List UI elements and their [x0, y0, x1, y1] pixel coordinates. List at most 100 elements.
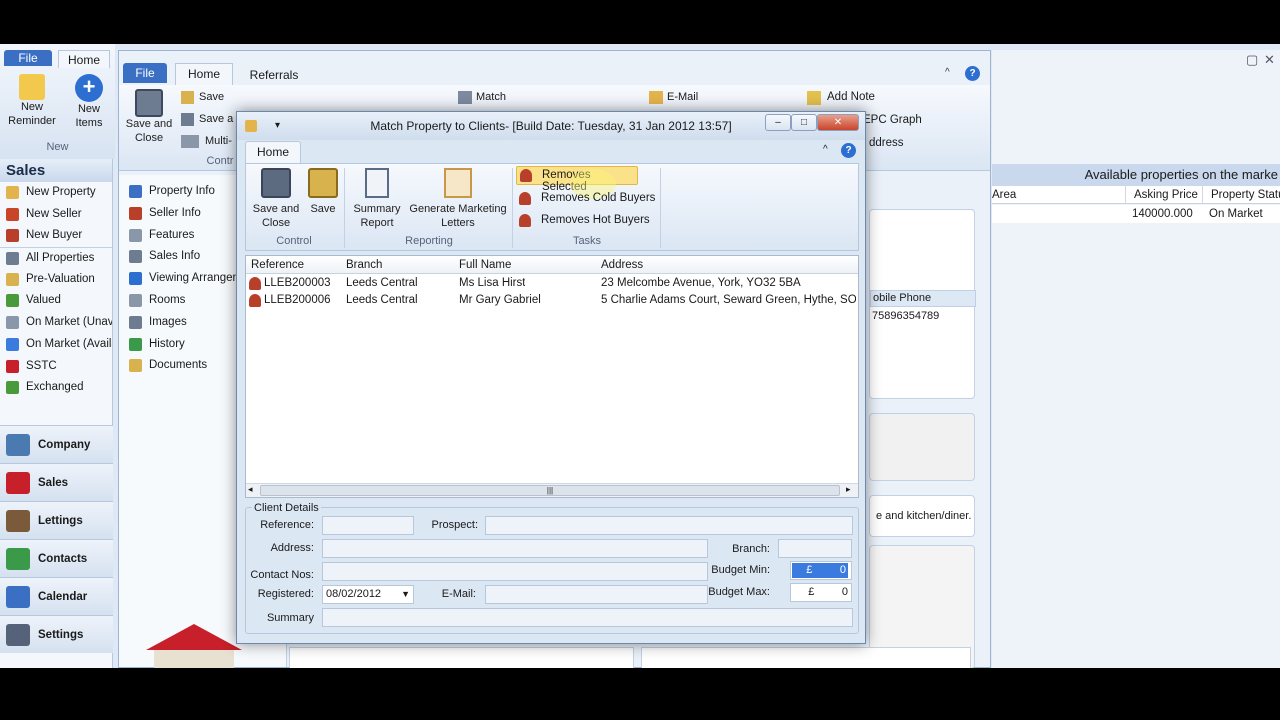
email-field[interactable] — [485, 585, 708, 604]
module-contacts[interactable]: Contacts — [0, 539, 113, 577]
prop-multi-button[interactable]: Multi- — [181, 135, 232, 148]
grid-hscrollbar[interactable]: ◂ ||| ▸ — [246, 483, 858, 497]
removes-cold-button[interactable]: Removes Cold Buyers — [518, 190, 658, 209]
table-cell: LLEB200006 — [264, 294, 331, 306]
module-label: Contacts — [38, 553, 88, 565]
sidebar-item-2[interactable]: New Buyer — [0, 225, 112, 247]
quick-access-icon[interactable]: ▾ — [275, 112, 280, 140]
prop-save-close-button[interactable]: Save and Close — [125, 89, 173, 145]
close-panel-icon[interactable]: ✕ — [1264, 52, 1275, 68]
dialog-help-icon[interactable]: ? — [841, 143, 856, 158]
scroll-thumb[interactable]: ||| — [260, 485, 840, 496]
minimize-button[interactable]: – — [765, 114, 791, 131]
outer-ribbon: File Home New Reminder + New Items New — [0, 44, 115, 159]
col-full-name[interactable]: Full Name — [459, 256, 511, 274]
dialog-save-button[interactable]: Save — [306, 168, 340, 216]
dialog-collapse-icon[interactable]: ^ — [823, 144, 828, 155]
col-property-status[interactable]: Property Status — [1202, 186, 1280, 204]
prop-match-button[interactable]: Match — [458, 91, 506, 104]
address-field[interactable] — [322, 539, 708, 558]
scroll-right-icon[interactable]: ▸ — [846, 484, 851, 495]
removes-hot-button[interactable]: Removes Hot Buyers — [518, 212, 658, 231]
new-reminder-button[interactable]: New Reminder — [6, 74, 58, 128]
module-company[interactable]: Company — [0, 425, 113, 463]
col-address[interactable]: Address — [601, 256, 643, 274]
close-button[interactable]: ✕ — [817, 114, 859, 131]
reference-field[interactable] — [322, 516, 414, 535]
col-reference[interactable]: Reference — [251, 256, 304, 274]
sidebar-item-icon — [6, 229, 19, 243]
sales-icon — [6, 472, 30, 494]
prop-email-button[interactable]: E-Mail — [649, 91, 699, 104]
sidebar-item-label: On Market (Availa — [26, 337, 112, 350]
summary-field[interactable] — [322, 608, 853, 627]
multi-icon — [181, 135, 199, 148]
help-icon[interactable]: ? — [965, 66, 980, 81]
prop-home-tab[interactable]: Home — [175, 63, 233, 85]
prop-email-label: E-Mail — [667, 91, 699, 103]
branch-field[interactable] — [778, 539, 852, 558]
bottom-panel-left — [289, 647, 634, 668]
module-lettings[interactable]: Lettings — [0, 501, 113, 539]
contact-nos-field[interactable] — [322, 562, 708, 581]
module-calendar[interactable]: Calendar — [0, 577, 113, 615]
outer-file-tab[interactable]: File — [4, 50, 52, 66]
table-cell: Leeds Central — [346, 277, 418, 289]
module-settings[interactable]: Settings — [0, 615, 113, 653]
sidebar-item-6[interactable]: On Market (Unava — [0, 312, 112, 334]
email-label: E-Mail: — [441, 588, 476, 600]
dialog-save-close-button[interactable]: Save and Close — [248, 168, 304, 230]
col-branch[interactable]: Branch — [346, 256, 382, 274]
budget-max-label: Budget Max: — [708, 586, 770, 598]
available-row[interactable]: 140000.000 On Market — [992, 205, 1280, 223]
sidebar-item-8[interactable]: SSTC — [0, 356, 112, 378]
prospect-field[interactable] — [485, 516, 853, 535]
reference-label: Reference: — [260, 519, 314, 531]
generate-letters-button[interactable]: Generate Marketing Letters — [408, 168, 508, 230]
col-asking-price[interactable]: Asking Price — [1125, 186, 1198, 204]
sidebar-item-1[interactable]: New Seller — [0, 204, 112, 226]
sidebar-item-label: New Buyer — [26, 229, 83, 242]
prop-epc-graph-button[interactable]: EPC Graph — [863, 114, 922, 126]
sidebar-item-9[interactable]: Exchanged — [0, 377, 112, 399]
table-cell: 23 Melcombe Avenue, York, YO32 5BA — [601, 277, 801, 289]
table-row[interactable]: LLEB200006 Leeds Central Mr Gary Gabriel 5 … — [246, 292, 858, 309]
prop-file-tab[interactable]: File — [123, 63, 167, 83]
available-properties-panel: Available properties on the marke Area A… — [992, 50, 1280, 668]
col-area[interactable]: Area — [992, 186, 1016, 204]
new-items-button[interactable]: + New Items — [66, 74, 112, 130]
budget-min-field[interactable]: £ 0 — [790, 561, 852, 580]
plus-icon: + — [75, 74, 103, 102]
dialog-save-label: Save — [310, 203, 336, 215]
outer-home-tab[interactable]: Home — [58, 50, 110, 68]
summary-report-label: Summary Report — [353, 203, 401, 229]
sidebar-item-icon — [6, 252, 19, 266]
dropdown-arrow-icon[interactable]: ▼ — [401, 586, 410, 603]
prop-save-as-button[interactable]: Save a — [181, 113, 233, 126]
sidebar-item-0[interactable]: New Property — [0, 182, 112, 204]
dialog-home-tab[interactable]: Home — [245, 141, 301, 163]
sidebar-item-3[interactable]: All Properties — [0, 247, 112, 269]
prop-address-button[interactable]: ddress — [869, 137, 904, 149]
sidebar-item-icon — [6, 337, 19, 351]
budget-max-field[interactable]: £ 0 — [790, 583, 852, 602]
sidebar-item-5[interactable]: Valued — [0, 290, 112, 312]
removes-cold-label: Removes Cold Buyers — [541, 192, 656, 204]
collapse-ribbon-icon[interactable]: ^ — [945, 67, 950, 78]
module-label: Calendar — [38, 591, 88, 603]
summary-report-button[interactable]: Summary Report — [350, 168, 404, 230]
sidebar-item-4[interactable]: Pre-Valuation — [0, 269, 112, 291]
prop-add-note-button[interactable]: Add Note — [807, 91, 875, 105]
module-label: Sales — [38, 477, 69, 489]
generate-letters-label: Generate Marketing Letters — [409, 203, 507, 229]
prop-referrals-tab[interactable]: Referrals — [241, 65, 307, 85]
registered-date-picker[interactable]: 08/02/2012 ▼ — [322, 585, 414, 604]
pin-icon[interactable]: ▢ — [1246, 52, 1258, 68]
module-sales[interactable]: Sales — [0, 463, 113, 501]
maximize-button[interactable]: □ — [791, 114, 817, 131]
scroll-left-icon[interactable]: ◂ — [248, 484, 253, 495]
property-nav-label: Seller Info — [149, 206, 201, 219]
sidebar-item-7[interactable]: On Market (Availa — [0, 334, 112, 356]
table-row[interactable]: LLEB200003 Leeds Central Ms Lisa Hirst 23 M… — [246, 275, 858, 292]
prop-save-button[interactable]: Save — [181, 91, 224, 104]
